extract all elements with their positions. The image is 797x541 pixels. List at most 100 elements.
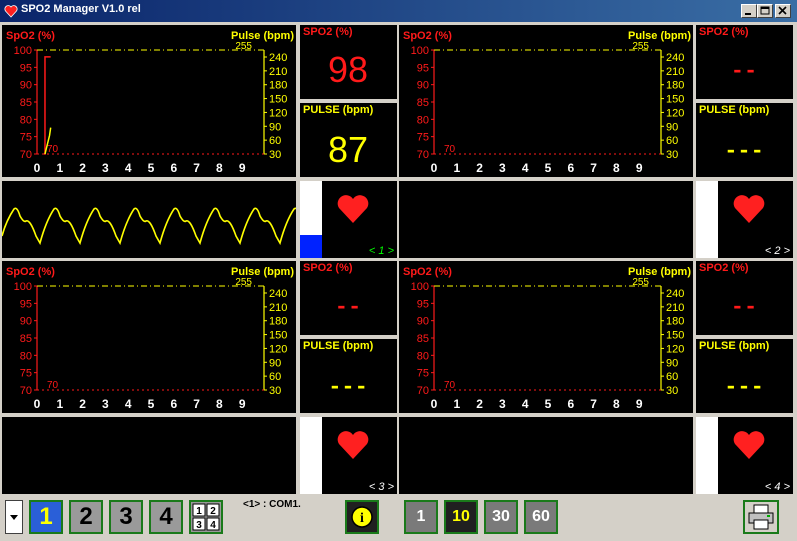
time-tick-label: 4 (522, 397, 529, 411)
spo2-tick-label: 95 (417, 62, 429, 74)
view-grid-button[interactable]: 1 2 3 4 (189, 500, 223, 534)
info-button[interactable]: i (345, 500, 379, 534)
spo2-axis-title: SpO2 (%) (403, 30, 452, 42)
signal-strength-bar (696, 417, 718, 494)
trend-chart-panel: SpO2 (%) Pulse (bpm) 100 95 90 85 80 75 70 240 210… (2, 25, 296, 177)
pulse-value-panel: PULSE (bpm) --- (300, 339, 397, 413)
view-button-3[interactable]: 3 (109, 500, 143, 534)
maximize-icon (760, 6, 770, 15)
spo2-axis-title: SpO2 (%) (403, 266, 452, 278)
spo2-tick-label: 100 (411, 281, 429, 293)
time-tick-label: 9 (239, 161, 246, 175)
pulse-tick-label: 150 (269, 94, 287, 106)
time-button-1[interactable]: 1 (404, 500, 438, 534)
pulse-label: PULSE (bpm) (699, 104, 770, 116)
time-tick-label: 8 (216, 161, 223, 175)
maximize-button[interactable] (757, 4, 773, 18)
trend-chart-panel: SpO2 (%) Pulse (bpm) 100 95 90 85 80 75 70 240 210… (399, 25, 693, 177)
slot-dropdown[interactable] (5, 500, 23, 534)
spo2-value: -- (730, 59, 758, 84)
time-tick-label: 6 (170, 161, 177, 175)
spo2-tick-label: 100 (411, 45, 429, 57)
view-button-2[interactable]: 2 (69, 500, 103, 534)
spo2-min-marker: 70 (47, 144, 59, 155)
pleth-waveform-panel (399, 181, 693, 258)
time-tick-label: 1 (453, 161, 460, 175)
pleth-waveform-panel (399, 417, 693, 494)
pulse-tick-label: 30 (666, 149, 678, 161)
spo2-tick-label: 85 (417, 97, 429, 109)
time-tick-label: 0 (34, 397, 41, 411)
pulse-tick-label: 180 (269, 316, 287, 328)
pulse-tick-label: 60 (269, 371, 281, 383)
spo2-tick-label: 90 (417, 80, 429, 92)
signal-strength-bar (300, 417, 322, 494)
monitor-grid: SpO2 (%) Pulse (bpm) 100 95 90 85 80 75 70 240 210… (0, 22, 797, 497)
minimize-button[interactable] (741, 4, 757, 18)
minimize-icon (745, 13, 751, 15)
spo2-tick-label: 90 (20, 80, 32, 92)
pulse-tick-label: 240 (269, 288, 287, 300)
monitor-slot-label: < 3 > (368, 481, 394, 493)
time-tick-label: 6 (567, 161, 574, 175)
printer-icon (748, 504, 774, 530)
signal-strength-fill (300, 234, 322, 258)
pulse-tick-label: 90 (269, 121, 281, 133)
pleth-trace (1, 207, 321, 246)
spo2-axis-title: SpO2 (%) (6, 266, 55, 278)
spo2-tick-label: 90 (417, 316, 429, 328)
heart-icon (733, 195, 765, 223)
time-tick-label: 5 (148, 161, 155, 175)
print-button[interactable] (743, 500, 779, 534)
view-button-4[interactable]: 4 (149, 500, 183, 534)
time-button-60[interactable]: 60 (524, 500, 558, 534)
pulse-tick-label: 210 (666, 302, 684, 314)
monitor-slot-label: < 1 > (368, 245, 394, 257)
spo2-tick-label: 80 (417, 114, 429, 126)
time-tick-label: 6 (170, 397, 177, 411)
trend-chart-panel: SpO2 (%) Pulse (bpm) 100 95 90 85 80 75 70 240 210… (2, 261, 296, 413)
pulse-tick-label: 180 (666, 80, 684, 92)
spo2-axis-title: SpO2 (%) (6, 30, 55, 42)
time-tick-label: 2 (79, 397, 86, 411)
pulse-value: --- (328, 375, 368, 400)
pulse-max-marker: 255 (632, 41, 649, 52)
svg-text:4: 4 (210, 520, 216, 531)
pulse-label: PULSE (bpm) (303, 104, 374, 116)
pulse-tick-label: 180 (269, 80, 287, 92)
pulse-tick-label: 210 (666, 66, 684, 78)
monitor-slot-label: < 4 > (764, 481, 790, 493)
spo2-value: -- (730, 295, 758, 320)
time-tick-label: 5 (545, 397, 552, 411)
time-tick-label: 0 (431, 397, 438, 411)
spo2-min-marker: 70 (444, 380, 456, 391)
time-tick-label: 8 (613, 397, 620, 411)
spo2-value: -- (334, 295, 362, 320)
time-button-10[interactable]: 10 (444, 500, 478, 534)
spo2-tick-label: 85 (20, 333, 32, 345)
time-tick-label: 1 (56, 161, 63, 175)
pulse-tick-label: 210 (269, 66, 287, 78)
pleth-waveform (1, 207, 321, 246)
trend-chart: SpO2 (%) Pulse (bpm)100959085807570240210… (6, 30, 294, 175)
pulse-tick-label: 90 (666, 121, 678, 133)
pulse-tick-label: 60 (269, 135, 281, 147)
svg-text:2: 2 (210, 506, 216, 517)
time-tick-label: 7 (193, 161, 200, 175)
view-button-1[interactable]: 1 (29, 500, 63, 534)
status-panel: < 2 > (696, 181, 793, 258)
pulse-tick-label: 240 (666, 52, 684, 64)
time-tick-label: 9 (636, 397, 643, 411)
status-panel: < 3 > (300, 417, 397, 494)
pulse-tick-label: 30 (269, 149, 281, 161)
time-tick-label: 3 (499, 397, 506, 411)
monitor-slot-label: < 2 > (764, 245, 790, 257)
pulse-tick-label: 120 (666, 343, 684, 355)
close-button[interactable] (775, 4, 791, 18)
time-button-30[interactable]: 30 (484, 500, 518, 534)
time-tick-label: 8 (216, 397, 223, 411)
pulse-value: --- (724, 139, 764, 164)
spo2-tick-label: 90 (20, 316, 32, 328)
spo2-tick-label: 100 (14, 281, 32, 293)
time-tick-label: 2 (476, 397, 483, 411)
